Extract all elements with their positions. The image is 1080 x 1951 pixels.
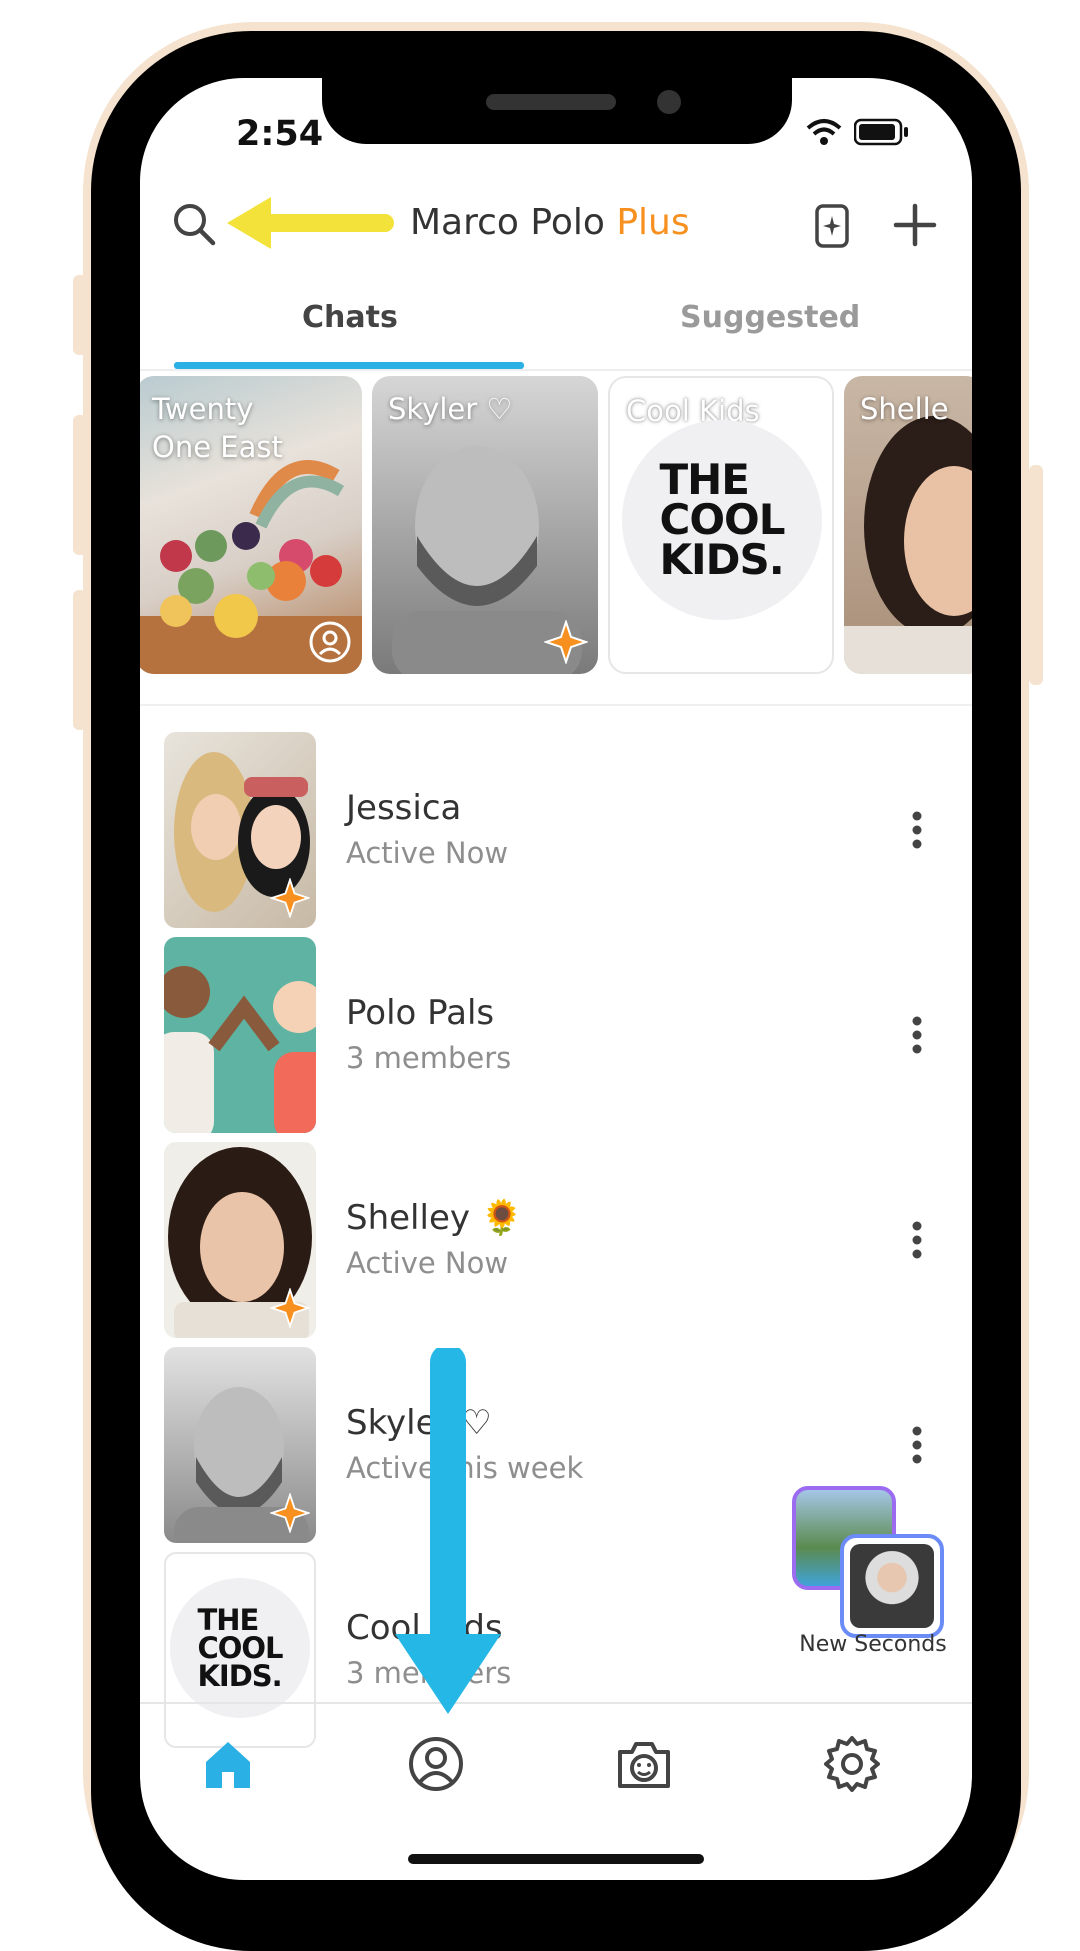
sparkle-icon <box>270 1493 310 1533</box>
chat-avatar <box>164 732 316 928</box>
active-tab-indicator <box>174 362 524 369</box>
chat-status: Active Now <box>346 836 509 870</box>
sparkle-icon <box>270 878 310 918</box>
add-icon[interactable] <box>892 202 938 248</box>
logo-text: THE COOL KIDS. <box>197 1603 283 1693</box>
chat-avatar <box>164 937 316 1133</box>
profile-icon[interactable] <box>406 1734 466 1794</box>
chat-row-shelley[interactable]: Shelley 🌻 Active Now <box>140 1142 972 1338</box>
cool-kids-logo: THE COOL KIDS. <box>170 1578 310 1718</box>
power-button <box>1029 465 1043 685</box>
broadcast-icon <box>309 621 351 663</box>
nav-divider <box>140 1702 972 1704</box>
chat-avatar: THE COOL KIDS. <box>164 1552 316 1748</box>
chat-name: Shelley 🌻 <box>346 1198 524 1238</box>
status-icons <box>806 118 910 146</box>
story-card-skyler[interactable]: Skyler ♡ <box>372 376 598 674</box>
tab-suggested[interactable]: Suggested <box>680 300 860 335</box>
battery-icon <box>854 118 908 146</box>
seconds-photo <box>850 1544 934 1628</box>
more-vertical-icon[interactable] <box>910 1015 924 1055</box>
chat-avatar <box>164 1142 316 1338</box>
search-icon[interactable] <box>170 200 218 248</box>
front-camera <box>657 90 681 114</box>
app-title-name: Marco Polo <box>410 202 605 243</box>
chat-avatar <box>164 1347 316 1543</box>
story-label: Skyler ♡ <box>388 392 513 426</box>
home-icon[interactable] <box>198 1734 258 1794</box>
chat-row-jessica[interactable]: Jessica Active Now <box>140 732 972 928</box>
status-time: 2:54 <box>236 114 324 154</box>
notch <box>322 78 792 144</box>
annotation-arrow-down-icon <box>395 1348 501 1714</box>
more-vertical-icon[interactable] <box>910 1220 924 1260</box>
more-vertical-icon[interactable] <box>910 810 924 850</box>
sparkle-icon <box>544 620 588 664</box>
speaker-grille <box>486 94 616 110</box>
chat-status: Active Now <box>346 1246 509 1280</box>
story-label: Shelle <box>860 392 949 426</box>
story-card-twenty-one-east[interactable]: Twenty One East <box>140 376 362 674</box>
chat-row-polo-pals[interactable]: Polo Pals 3 members <box>140 937 972 1133</box>
new-seconds-button[interactable]: New Seconds <box>788 1486 958 1661</box>
chat-members: 3 members <box>346 1041 512 1075</box>
section-divider <box>140 704 972 706</box>
chat-name: Polo Pals <box>346 993 495 1033</box>
app-title-plus: Plus <box>616 202 690 243</box>
phone-screen: 2:54 Marco Polo Plus Chats Suggested Twe… <box>140 78 972 1880</box>
story-card-shelley[interactable]: Shelle <box>844 376 972 674</box>
volume-down-button <box>73 590 87 730</box>
volume-up-button <box>73 415 87 555</box>
avatar-illustration <box>164 966 316 1133</box>
phone-sparkle-icon[interactable] <box>812 204 852 248</box>
story-label: Twenty One East <box>152 392 283 464</box>
seconds-thumb-front <box>840 1534 944 1638</box>
story-card-cool-kids[interactable]: Cool Kids THE COOL KIDS. <box>608 376 834 674</box>
settings-icon[interactable] <box>822 1734 882 1794</box>
app-title: Marco Polo Plus <box>410 202 690 243</box>
mute-switch <box>73 275 87 355</box>
logo-text: THE COOL KIDS. <box>659 455 786 584</box>
new-seconds-label: New Seconds <box>799 1632 947 1657</box>
tabs-divider <box>140 369 972 371</box>
tab-chats[interactable]: Chats <box>302 300 398 335</box>
home-indicator <box>408 1854 704 1864</box>
camera-icon[interactable] <box>614 1734 674 1794</box>
annotation-arrow-left-icon <box>227 197 394 249</box>
more-vertical-icon[interactable] <box>910 1425 924 1465</box>
sparkle-icon <box>270 1288 310 1328</box>
wifi-icon <box>806 119 842 145</box>
cool-kids-logo: THE COOL KIDS. <box>622 420 822 620</box>
chat-name: Jessica <box>346 788 462 828</box>
